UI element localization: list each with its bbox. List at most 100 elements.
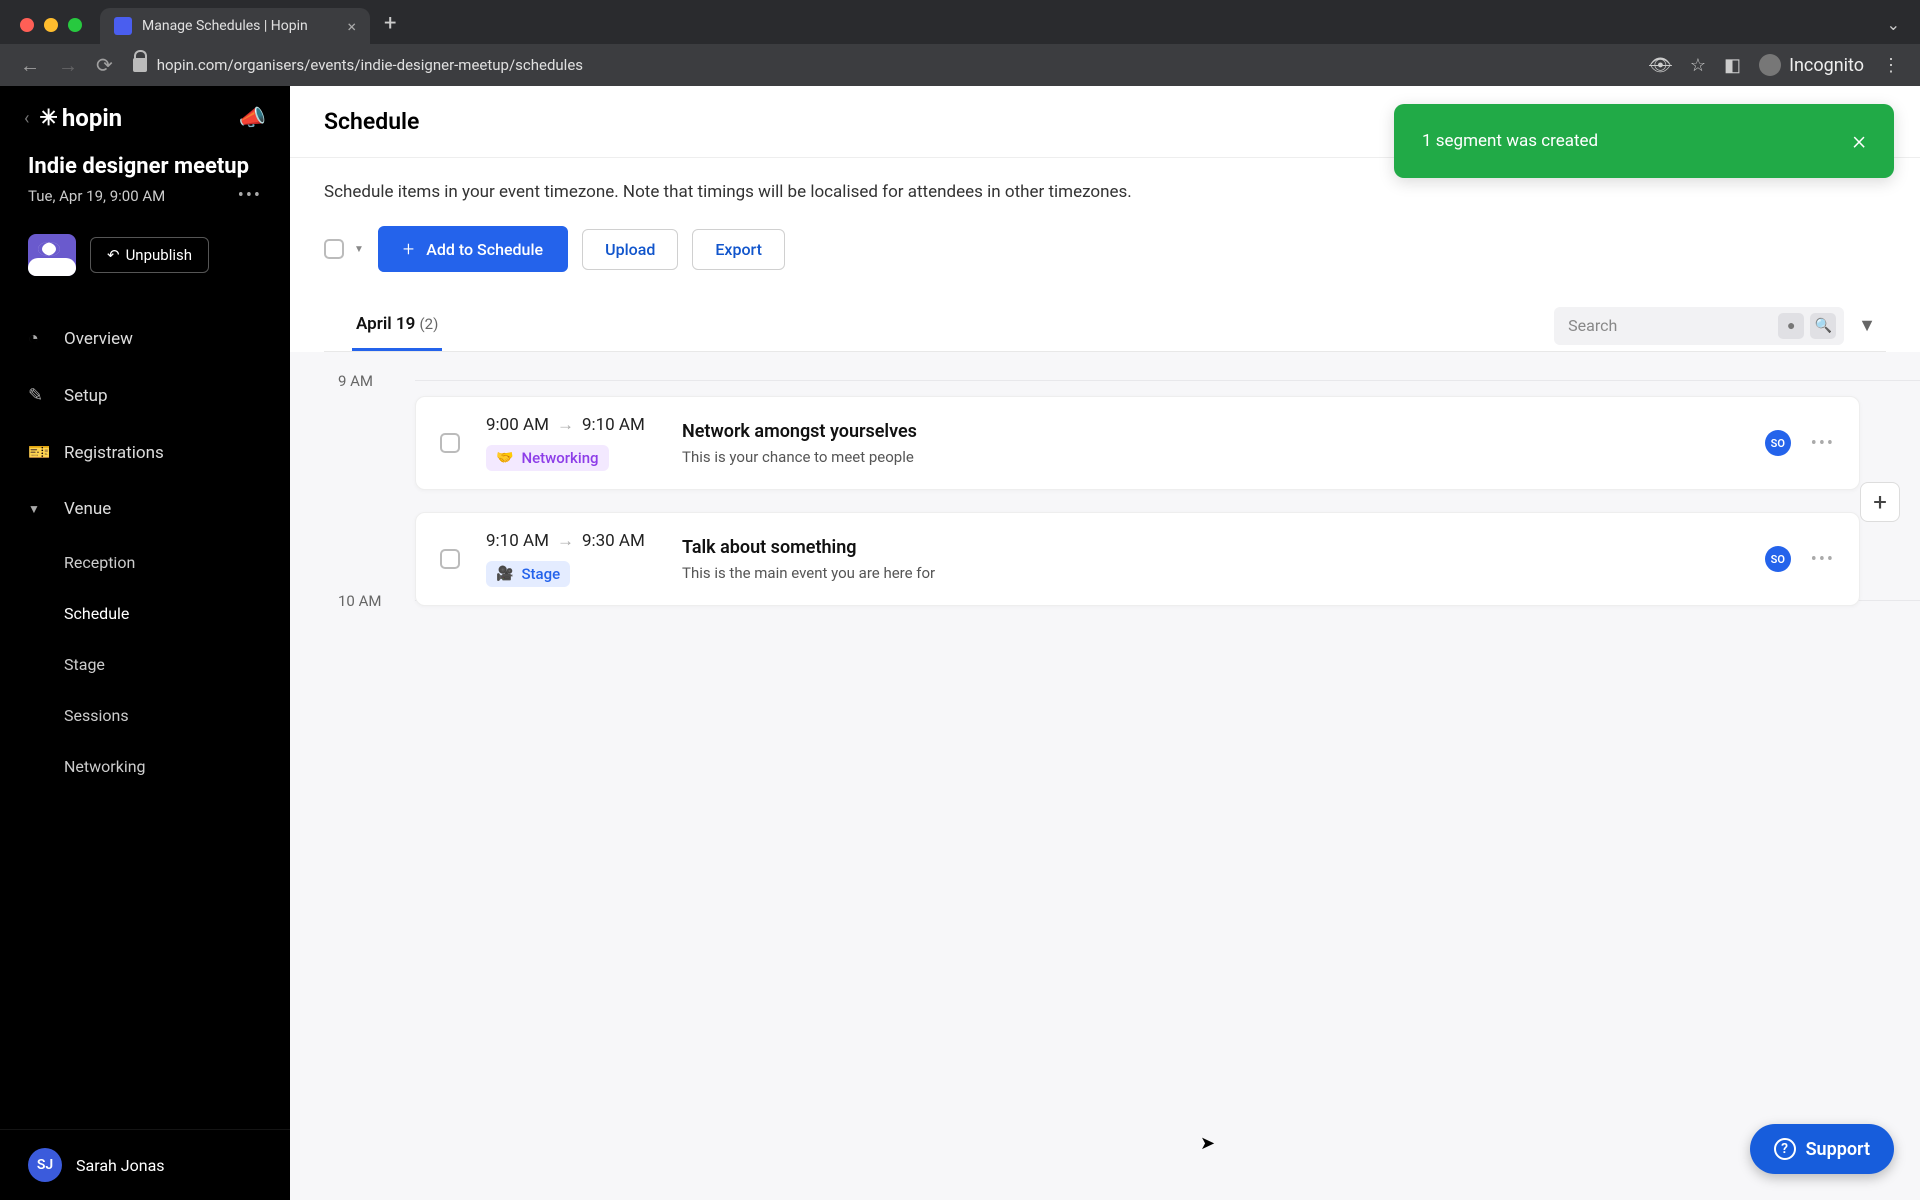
undo-icon: ↶ bbox=[107, 246, 120, 264]
nav-overview-label: Overview bbox=[64, 329, 133, 349]
subnav-sessions[interactable]: Sessions bbox=[64, 690, 290, 741]
helper-text: Schedule items in your event timezone. N… bbox=[324, 182, 1886, 202]
stage-tag: 🎥 Stage bbox=[486, 561, 570, 587]
browser-menu-caret[interactable]: ⌄ bbox=[1887, 15, 1900, 34]
nav-venue[interactable]: ▼ Venue bbox=[0, 481, 290, 537]
search-filter-area: ● 🔍 ▼ bbox=[1554, 307, 1886, 345]
reload-button[interactable]: ⟳ bbox=[96, 53, 113, 78]
forward-button[interactable]: → bbox=[58, 53, 78, 78]
card-title: Network amongst yourselves bbox=[682, 421, 1739, 442]
panel-icon[interactable]: ◧ bbox=[1724, 55, 1741, 76]
select-all-checkbox[interactable] bbox=[324, 239, 344, 259]
hopin-logo[interactable]: ✳hopin bbox=[39, 104, 122, 132]
main-panel: Schedule Schedule items in your event ti… bbox=[290, 86, 1920, 1200]
timeline: 9 AM 10 AM 9:00 AM → 9:10 AM 🤝 bbox=[290, 352, 1920, 1200]
browser-tab[interactable]: Manage Schedules | Hopin × bbox=[100, 8, 370, 44]
add-segment-button[interactable]: + bbox=[1860, 482, 1900, 522]
search-input[interactable] bbox=[1568, 316, 1778, 335]
success-toast: 1 segment was created × bbox=[1394, 104, 1894, 178]
subnav-networking[interactable]: Networking bbox=[64, 741, 290, 792]
venue-submenu: Reception Schedule Stage Sessions Networ… bbox=[0, 537, 290, 792]
wand-icon: ✎ bbox=[28, 385, 48, 406]
subnav-schedule[interactable]: Schedule bbox=[64, 588, 290, 639]
filter-icon[interactable]: ▼ bbox=[1858, 315, 1876, 336]
date-tab-label: April 19 bbox=[356, 314, 415, 334]
card-description: This is the main event you are here for bbox=[682, 564, 1739, 582]
tag-label: Networking bbox=[521, 449, 598, 467]
support-button[interactable]: ? Support bbox=[1750, 1124, 1894, 1174]
close-window-button[interactable] bbox=[20, 18, 34, 32]
card-time-block: 9:10 AM → 9:30 AM 🎥 Stage bbox=[486, 531, 656, 587]
card-title: Talk about something bbox=[682, 537, 1739, 558]
search-box[interactable]: ● 🔍 bbox=[1554, 307, 1844, 345]
back-button[interactable]: ← bbox=[20, 53, 40, 78]
card-more-button[interactable]: ••• bbox=[1811, 433, 1835, 454]
incognito-indicator[interactable]: Incognito bbox=[1759, 54, 1864, 76]
unpublish-button[interactable]: ↶ Unpublish bbox=[90, 237, 209, 273]
schedule-card[interactable]: 9:10 AM → 9:30 AM 🎥 Stage Talk about som… bbox=[415, 512, 1860, 606]
toast-message: 1 segment was created bbox=[1422, 131, 1598, 151]
kebab-menu[interactable]: ⋮ bbox=[1882, 55, 1900, 76]
ticket-icon: 🎫 bbox=[28, 442, 48, 463]
speaker-badge: SO bbox=[1765, 430, 1791, 456]
speaker-badge: SO bbox=[1765, 546, 1791, 572]
address-bar[interactable]: hopin.com/organisers/events/indie-design… bbox=[133, 56, 1629, 74]
event-date: Tue, Apr 19, 9:00 AM bbox=[28, 187, 165, 205]
maximize-window-button[interactable] bbox=[68, 18, 82, 32]
card-start-time: 9:00 AM bbox=[486, 415, 549, 435]
sidebar-header: ‹ ✳hopin 📣 bbox=[0, 86, 290, 150]
tag-label: Stage bbox=[521, 565, 560, 583]
subnav-stage[interactable]: Stage bbox=[64, 639, 290, 690]
tab-bar: Manage Schedules | Hopin × + ⌄ bbox=[0, 0, 1920, 44]
app-container: ‹ ✳hopin 📣 Indie designer meetup Tue, Ap… bbox=[0, 86, 1920, 1200]
add-to-schedule-button[interactable]: + Add to Schedule bbox=[378, 226, 568, 272]
event-more-button[interactable]: ••• bbox=[238, 185, 262, 206]
card-content: Talk about something This is the main ev… bbox=[682, 537, 1739, 582]
export-button[interactable]: Export bbox=[692, 229, 785, 270]
nav-setup[interactable]: ✎ Setup bbox=[0, 367, 290, 424]
star-icon[interactable]: ☆ bbox=[1690, 55, 1706, 76]
nav-list: ◔ Overview ✎ Setup 🎫 Registrations ▼ Ven… bbox=[0, 300, 290, 802]
date-tab-bar: April 19 (2) ● 🔍 ▼ bbox=[324, 300, 1886, 352]
eye-off-icon[interactable]: 👁 bbox=[1649, 55, 1672, 76]
nav-registrations-label: Registrations bbox=[64, 443, 164, 463]
tab-close-button[interactable]: × bbox=[347, 17, 356, 36]
tab-title: Manage Schedules | Hopin bbox=[142, 18, 337, 34]
megaphone-icon[interactable]: 📣 bbox=[239, 106, 266, 131]
user-footer[interactable]: SJ Sarah Jonas bbox=[0, 1129, 290, 1200]
networking-tag: 🤝 Networking bbox=[486, 445, 609, 471]
toast-close-button[interactable]: × bbox=[1852, 126, 1866, 156]
select-dropdown-caret[interactable]: ▼ bbox=[354, 244, 364, 255]
address-bar-row: ← → ⟳ hopin.com/organisers/events/indie-… bbox=[0, 44, 1920, 86]
upload-button[interactable]: Upload bbox=[582, 229, 678, 270]
event-avatar bbox=[28, 234, 76, 276]
search-submit-button[interactable]: 🔍 bbox=[1810, 313, 1836, 339]
publish-row: ↶ Unpublish bbox=[0, 224, 290, 300]
time-label-10am: 10 AM bbox=[338, 592, 381, 610]
card-end-time: 9:30 AM bbox=[582, 531, 645, 551]
tab-favicon bbox=[114, 17, 132, 35]
grid-line bbox=[415, 380, 1920, 381]
card-checkbox[interactable] bbox=[440, 549, 460, 569]
schedule-card[interactable]: 9:00 AM → 9:10 AM 🤝 Networking Network a… bbox=[415, 396, 1860, 490]
card-more-button[interactable]: ••• bbox=[1811, 549, 1835, 570]
minimize-window-button[interactable] bbox=[44, 18, 58, 32]
event-info: Indie designer meetup Tue, Apr 19, 9:00 … bbox=[0, 150, 290, 224]
action-bar: ▼ + Add to Schedule Upload Export bbox=[324, 226, 1886, 272]
url-text: hopin.com/organisers/events/indie-design… bbox=[157, 56, 583, 74]
search-clear-button[interactable]: ● bbox=[1778, 313, 1804, 339]
unpublish-label: Unpublish bbox=[126, 246, 192, 264]
card-checkbox[interactable] bbox=[440, 433, 460, 453]
sidebar: ‹ ✳hopin 📣 Indie designer meetup Tue, Ap… bbox=[0, 86, 290, 1200]
time-label-9am: 9 AM bbox=[338, 372, 373, 390]
new-tab-button[interactable]: + bbox=[384, 11, 396, 36]
card-end-time: 9:10 AM bbox=[582, 415, 645, 435]
subnav-reception[interactable]: Reception bbox=[64, 537, 290, 588]
nav-registrations[interactable]: 🎫 Registrations bbox=[0, 424, 290, 481]
date-tab[interactable]: April 19 (2) bbox=[352, 300, 442, 351]
nav-venue-label: Venue bbox=[64, 499, 111, 519]
sidebar-back-button[interactable]: ‹ bbox=[24, 108, 29, 129]
lock-icon bbox=[133, 58, 147, 72]
support-label: Support bbox=[1806, 1139, 1870, 1160]
nav-overview[interactable]: ◔ Overview bbox=[0, 310, 290, 367]
